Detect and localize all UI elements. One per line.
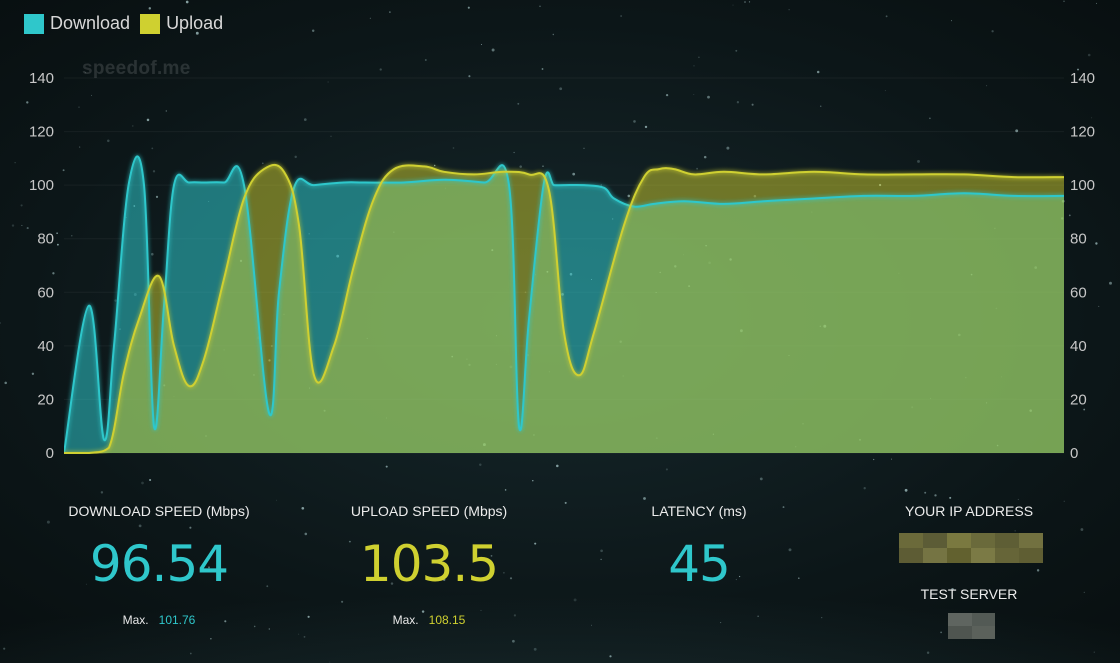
upload-max-label: Max. <box>392 613 419 627</box>
upload-max-value: 108.15 <box>428 613 466 627</box>
y-tick-label-right: 40 <box>1070 338 1087 355</box>
ip-address-label: YOUR IP ADDRESS <box>904 503 1034 519</box>
y-tick-label-left: 0 <box>46 445 54 462</box>
y-axis-left: 0 20 40 60 80 100 120 140 <box>29 70 54 462</box>
y-tick-label-left: 40 <box>37 338 54 355</box>
y-tick-label-right: 60 <box>1070 284 1087 301</box>
download-speed-stat: DOWNLOAD SPEED (Mbps) 96.54 Max. 101.76 <box>54 503 264 627</box>
y-tick-label-left: 80 <box>37 231 54 248</box>
y-tick-label-left: 140 <box>29 70 54 87</box>
upload-speed-value: 103.5 <box>359 535 499 593</box>
speedofme-watermark: speedof.me <box>82 58 191 79</box>
download-speed-value: 96.54 <box>89 535 229 593</box>
y-tick-label-right: 80 <box>1070 231 1087 248</box>
upload-speed-stat: UPLOAD SPEED (Mbps) 103.5 Max. 108.15 <box>324 503 534 627</box>
latency-value: 45 <box>668 535 731 593</box>
download-max: Max. 101.76 <box>54 613 264 627</box>
test-server-label: TEST SERVER <box>920 586 1018 602</box>
test-server-stat: TEST SERVER <box>884 586 1054 602</box>
y-tick-label-right: 100 <box>1070 177 1095 194</box>
download-speed-label: DOWNLOAD SPEED (Mbps) <box>68 503 250 519</box>
ip-address-redacted <box>899 533 1043 563</box>
download-max-value: 101.76 <box>158 613 196 627</box>
download-max-label: Max. <box>122 613 149 627</box>
y-tick-label-right: 140 <box>1070 70 1095 87</box>
y-tick-label-left: 60 <box>37 284 54 301</box>
y-axis-right: 0 20 40 60 80 100 120 140 <box>1070 70 1095 462</box>
upload-speed-label: UPLOAD SPEED (Mbps) <box>350 503 508 519</box>
latency-stat: LATENCY (ms) 45 <box>614 503 784 593</box>
y-tick-label-left: 100 <box>29 177 54 194</box>
y-tick-label-right: 120 <box>1070 124 1095 141</box>
y-tick-label-left: 20 <box>37 391 54 408</box>
latency-label: LATENCY (ms) <box>651 503 747 519</box>
y-tick-label-left: 120 <box>29 124 54 141</box>
y-tick-label-right: 20 <box>1070 391 1087 408</box>
ip-address-stat: YOUR IP ADDRESS <box>884 503 1054 519</box>
test-server-redacted <box>948 613 995 639</box>
upload-max: Max. 108.15 <box>324 613 534 627</box>
y-tick-label-right: 0 <box>1070 445 1078 462</box>
